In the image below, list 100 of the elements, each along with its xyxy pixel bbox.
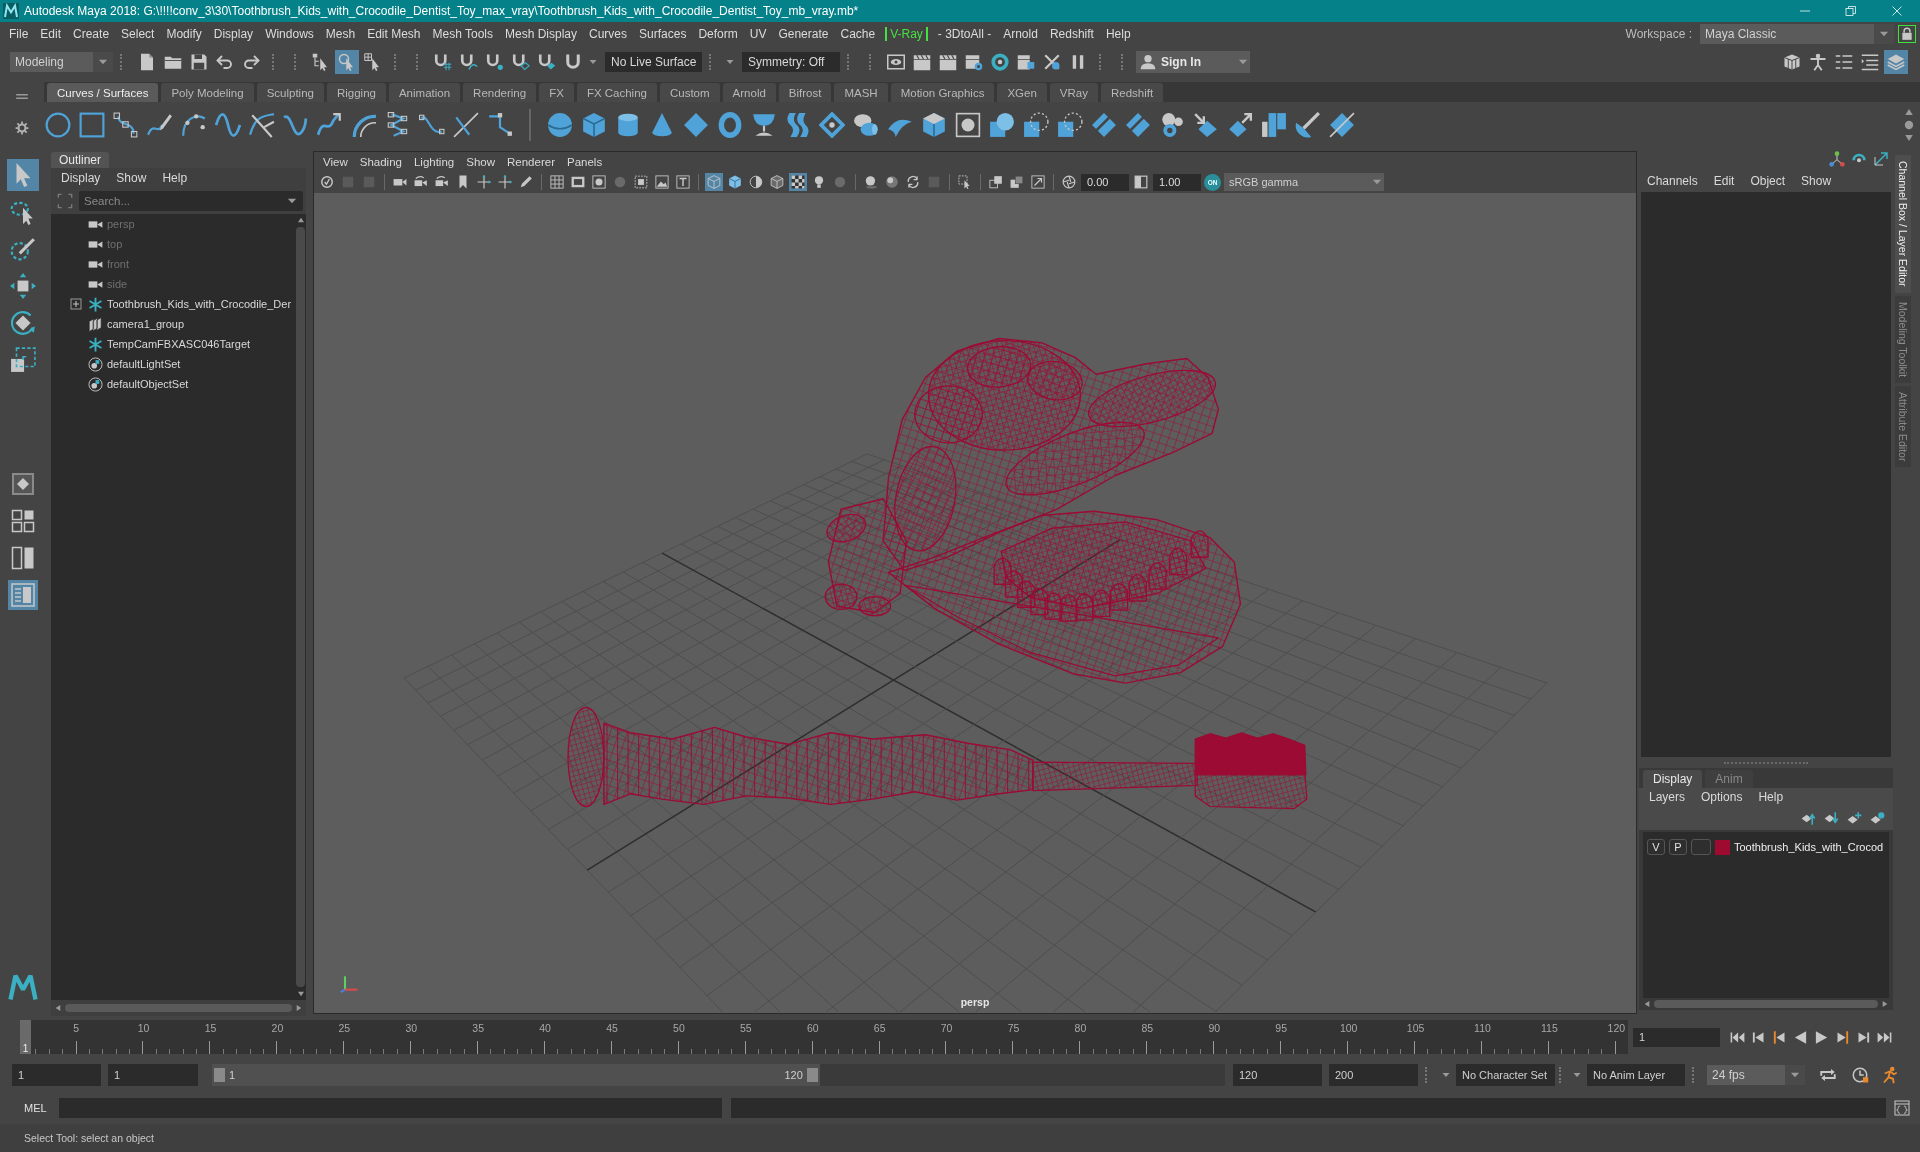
shading-toggle-button[interactable] [747, 173, 765, 191]
shelf-tab[interactable]: Animation [388, 83, 461, 102]
menu-item[interactable]: Curves [584, 26, 633, 42]
diamond-down-arrow-icon[interactable] [1824, 810, 1839, 826]
mode-dropdown[interactable]: Modeling [10, 52, 113, 72]
live-surface-field[interactable]: No Live Surface [605, 52, 702, 72]
clapperboard-square-icon[interactable] [1017, 53, 1035, 71]
striped-diamond-icon[interactable] [1091, 111, 1117, 138]
menu-item[interactable]: Deform [693, 26, 743, 42]
aperture-icon[interactable] [1062, 175, 1076, 189]
range-end-field[interactable]: 120 [1233, 1064, 1322, 1086]
shelf-tab[interactable]: FX Caching [576, 83, 657, 102]
fps-dropdown[interactable]: 24 fps [1707, 1065, 1805, 1085]
shelf-tab[interactable]: Arnold [722, 83, 776, 102]
menu-item[interactable]: Generate [773, 26, 834, 42]
shelf-tab[interactable]: Poly Modeling [161, 83, 254, 102]
visibility-toggle[interactable]: V [1647, 839, 1665, 855]
outliner-item[interactable]: defaultLightSet [51, 354, 295, 374]
wave-curve-icon[interactable] [215, 111, 241, 138]
menu-item[interactable]: Display [208, 26, 259, 42]
up-triangle-icon[interactable] [296, 216, 305, 224]
gamma-field[interactable]: 1.00 [1153, 173, 1201, 191]
character-set-field[interactable]: No Character Set [1456, 1064, 1555, 1086]
select-tool-button[interactable] [6, 159, 39, 191]
outliner-item[interactable]: TempCamFBXASC046Target [51, 334, 295, 354]
menu-item[interactable]: UV [744, 26, 772, 42]
cylinder-icon[interactable] [615, 111, 641, 138]
corner-brackets-icon[interactable] [57, 193, 73, 209]
right-triangle-icon[interactable] [1881, 1000, 1889, 1008]
diamond-ring-icon[interactable] [819, 111, 845, 138]
symmetry-field[interactable]: Symmetry: Off [742, 52, 840, 72]
clapperboard-icon[interactable] [939, 53, 957, 71]
outliner-item[interactable]: camera1_group [51, 314, 295, 334]
menu-item[interactable]: Show [108, 171, 155, 185]
diamond-arrow-icon[interactable] [1227, 111, 1253, 138]
crosshair-icon[interactable] [477, 175, 491, 189]
clapperboard-circle-icon[interactable] [965, 53, 983, 71]
bars-icon[interactable] [1261, 111, 1287, 138]
clapperboard-icon[interactable] [913, 53, 931, 71]
menu-item[interactable]: File [4, 26, 34, 42]
pencil-curve-icon[interactable] [147, 111, 173, 138]
menu-item[interactable]: Edit [1705, 174, 1743, 188]
arrow-curve-icon[interactable] [317, 111, 343, 138]
menu-item[interactable]: - 3DtoAll - [932, 26, 997, 42]
ring-dot-icon[interactable] [991, 53, 1009, 71]
shelf-tab[interactable]: VRay [1049, 83, 1098, 102]
menu-item[interactable]: Display [53, 171, 109, 185]
menu-item[interactable]: Cache [835, 26, 881, 42]
torus-icon[interactable] [717, 111, 743, 138]
diamond-icon[interactable] [683, 111, 709, 138]
sphere-cube-icon[interactable] [989, 111, 1015, 138]
range-slider[interactable]: 1 120 [212, 1064, 1225, 1086]
shading-toggle-button[interactable] [768, 173, 786, 191]
shelf-tab[interactable]: Bifrost [778, 83, 832, 102]
current-frame-field[interactable]: 1 [1633, 1027, 1720, 1047]
menu-item[interactable]: Edit Mesh [362, 26, 426, 42]
layout-button[interactable] [7, 580, 38, 610]
shading-toggle-button[interactable] [726, 173, 744, 191]
range-handle[interactable] [212, 1064, 820, 1086]
diamond-plus-icon[interactable] [1847, 810, 1862, 826]
grid-icon[interactable] [550, 175, 564, 189]
shelf-tab[interactable]: Rendering [463, 83, 537, 102]
goblet-icon[interactable] [751, 111, 777, 138]
menu-item[interactable]: Select [116, 26, 160, 42]
menu-item[interactable]: Help [1100, 26, 1136, 42]
playback-toggle[interactable]: P [1669, 839, 1687, 855]
redo-icon[interactable] [242, 53, 260, 71]
eye-screen-icon[interactable] [887, 53, 905, 71]
axes-icon[interactable] [1829, 150, 1845, 167]
menu-item[interactable]: V-Ray [885, 27, 928, 41]
shelf-tab[interactable]: Rigging [326, 83, 386, 102]
side-tab[interactable]: Channel Box / Layer Editor [1895, 155, 1911, 293]
crossed-line-icon[interactable] [453, 111, 479, 138]
two-squares-icon[interactable] [989, 175, 1003, 189]
down-triangle-icon[interactable] [1904, 132, 1914, 143]
command-input[interactable] [59, 1098, 722, 1118]
shelf-tab[interactable]: Sculpting [256, 83, 324, 102]
crosshair-icon[interactable] [498, 175, 512, 189]
language-label[interactable]: MEL [0, 1102, 59, 1114]
picture-icon[interactable] [655, 175, 669, 189]
layer-tab[interactable]: Display [1643, 770, 1703, 788]
layer-color-swatch[interactable] [1715, 839, 1730, 855]
braces-window-icon[interactable] [1894, 1100, 1910, 1116]
x-circle-icon[interactable] [1043, 53, 1061, 71]
ellipses-icon[interactable] [853, 111, 879, 138]
sphere-icon[interactable] [547, 111, 573, 138]
menu-item[interactable]: Mesh Tools [427, 26, 498, 42]
outliner-item[interactable]: defaultObjectSet [51, 374, 295, 394]
menu-item[interactable]: Show [1793, 174, 1840, 188]
time-slider[interactable]: 5 10 15 20 25 30 35 40 45 50 55 60 65 70 75 80 85 90 95 100 105 110 115 120 1 [22, 1020, 1628, 1054]
menu-item[interactable]: Mesh [320, 26, 361, 42]
grid-magnet-icon[interactable] [434, 53, 452, 71]
menu-item[interactable]: Lighting [407, 155, 461, 168]
menu-item[interactable]: Modify [161, 26, 207, 42]
down-triangle-icon[interactable] [296, 990, 305, 998]
end-frame-field[interactable]: 200 [1329, 1064, 1418, 1086]
pencil-icon[interactable] [519, 175, 533, 189]
menu-item[interactable]: Channels [1639, 174, 1706, 188]
arrow-box-icon[interactable] [1031, 175, 1045, 189]
start-frame-field[interactable]: 1 [12, 1064, 101, 1086]
